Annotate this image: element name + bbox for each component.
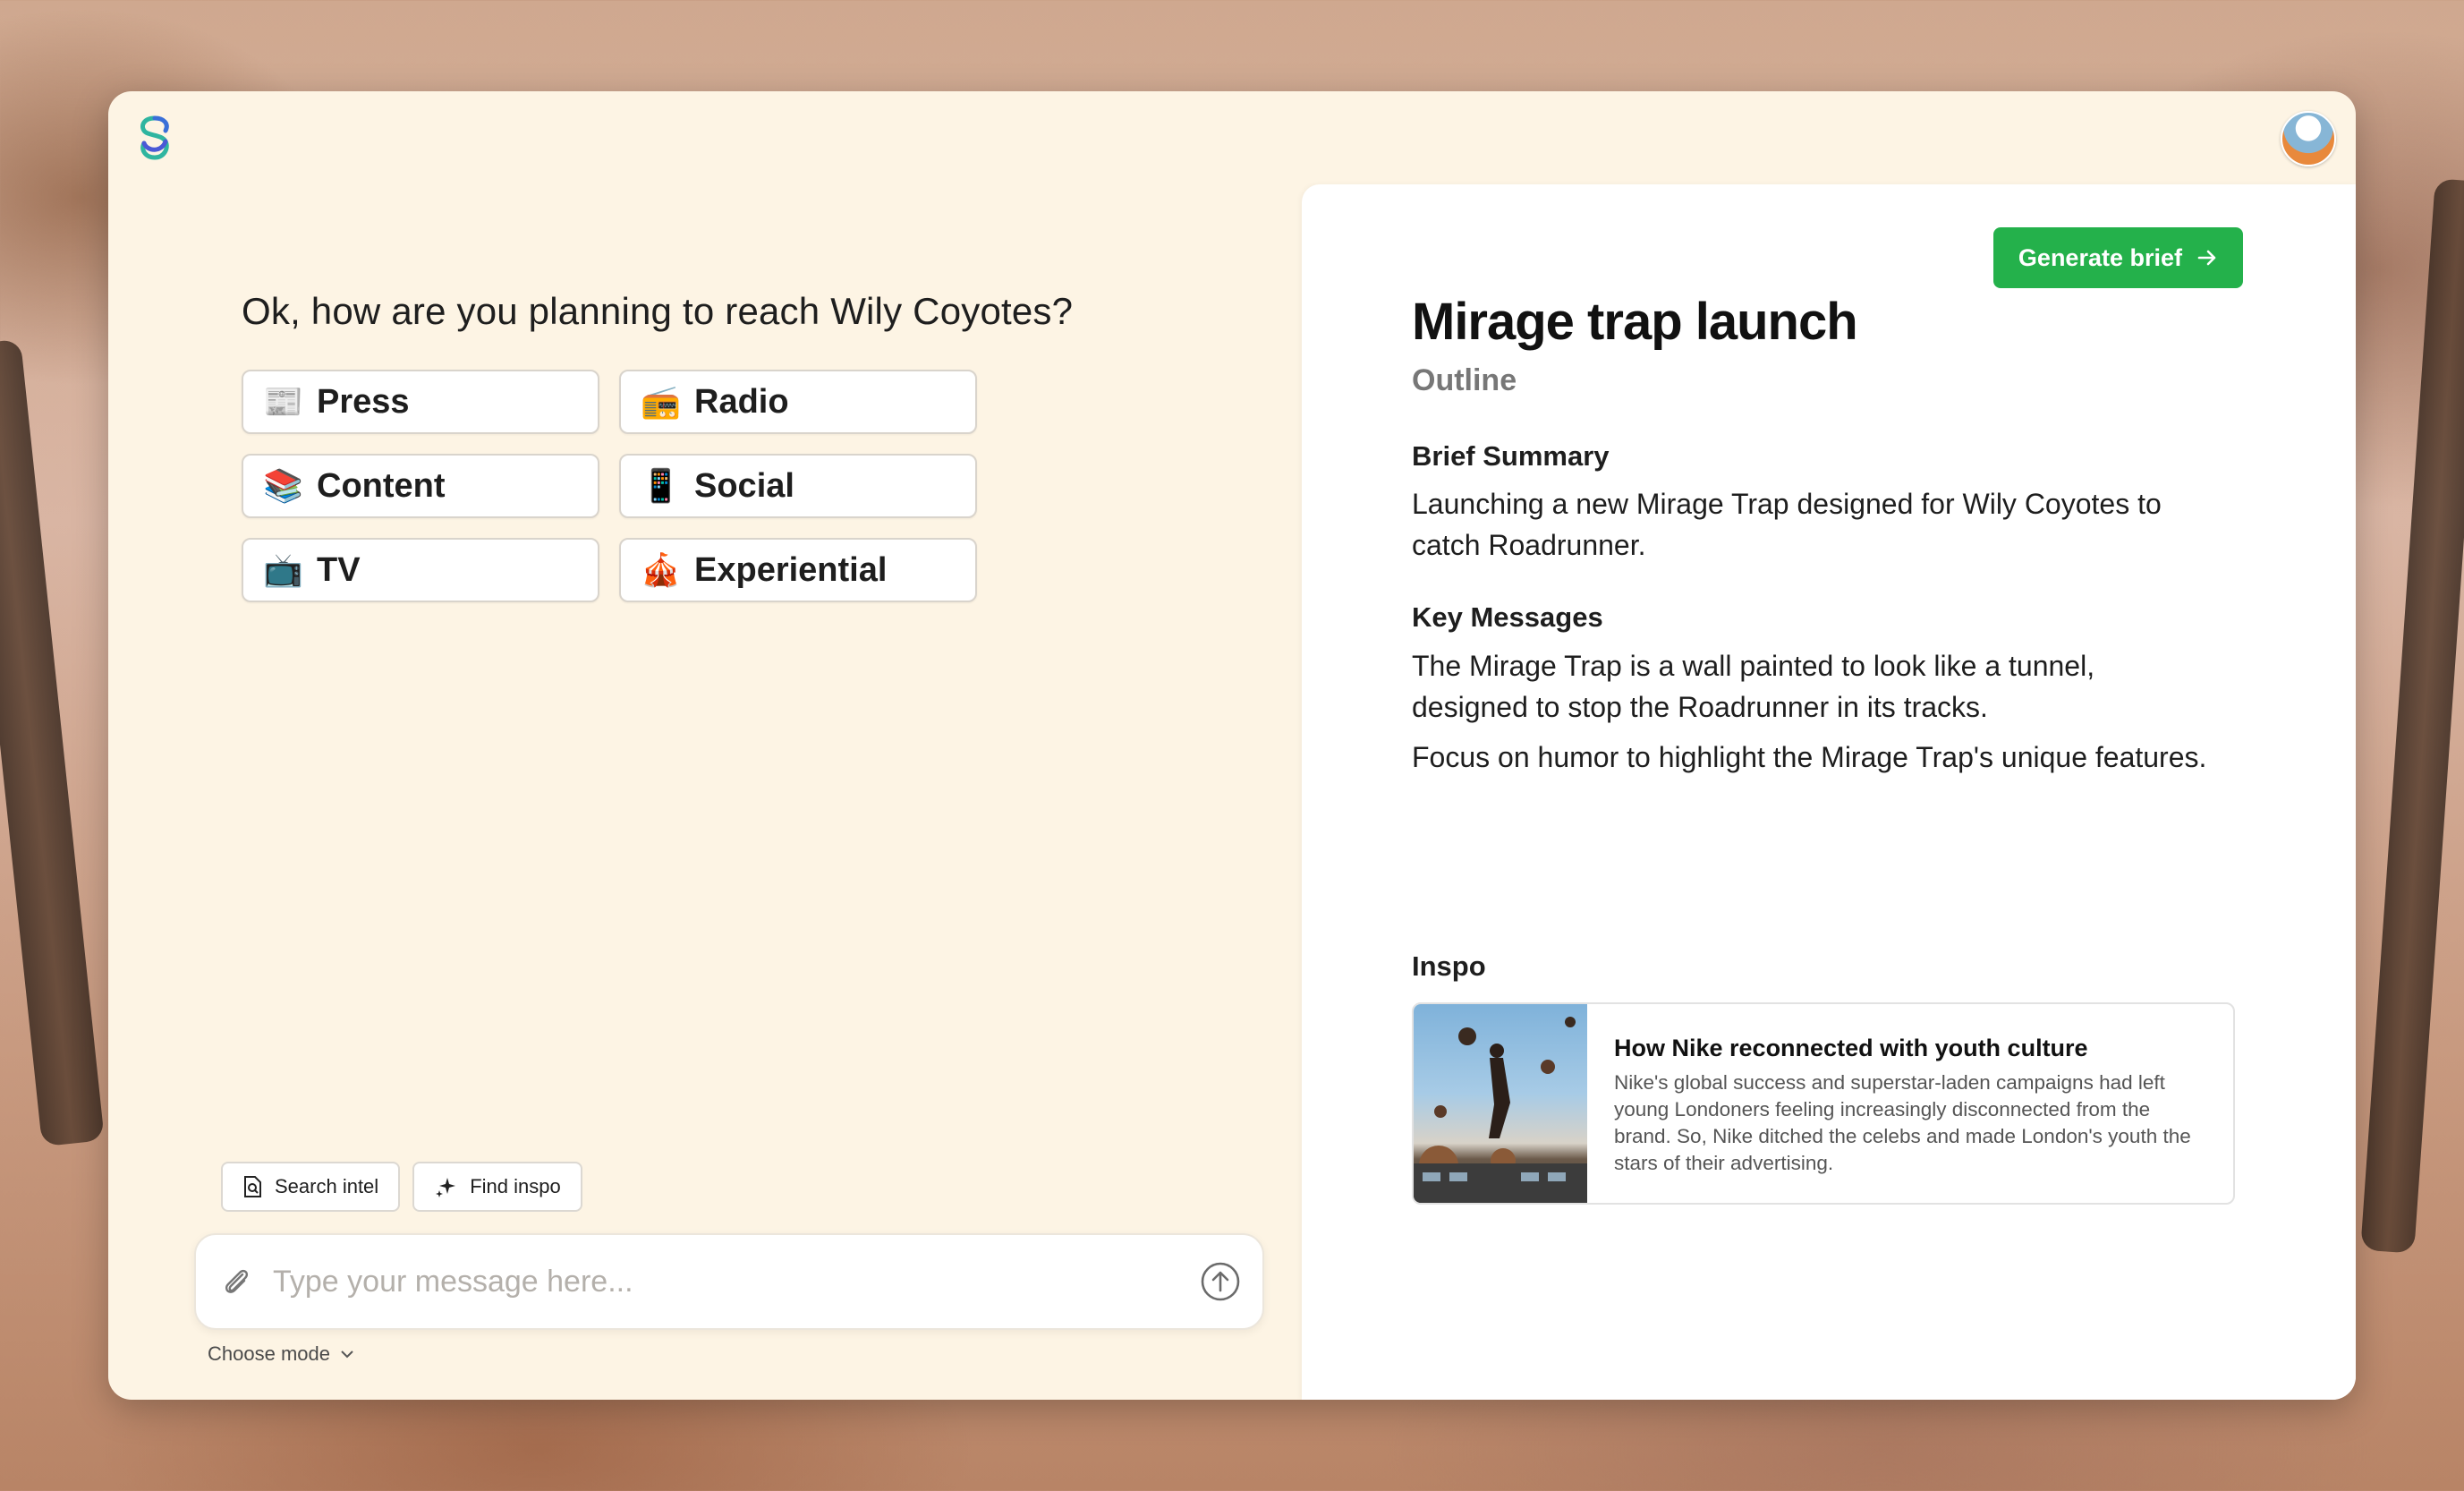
- option-press-button[interactable]: 📰 Press: [242, 370, 599, 434]
- find-inspo-label: Find inspo: [470, 1175, 561, 1197]
- message-composer: [194, 1233, 1264, 1330]
- arrow-right-icon: [2197, 250, 2216, 266]
- app-window: Ok, how are you planning to reach Wily C…: [108, 91, 2356, 1400]
- send-arrow-icon[interactable]: [1200, 1261, 1241, 1302]
- key-message-item: Focus on humor to highlight the Mirage T…: [1412, 741, 2207, 773]
- option-label: Content: [317, 466, 446, 505]
- brief-subtitle: Outline: [1412, 363, 1517, 397]
- option-radio-button[interactable]: 📻 Radio: [619, 370, 977, 434]
- choose-mode-dropdown[interactable]: Choose mode: [208, 1342, 355, 1366]
- generate-brief-button[interactable]: Generate brief: [1992, 227, 2243, 288]
- option-label: TV: [317, 550, 361, 589]
- option-tv-button[interactable]: 📺 TV: [242, 538, 599, 602]
- channel-options: 📰 Press 📻 Radio 📚 Content 📱 Social 📺 TV …: [242, 370, 977, 602]
- choose-mode-label: Choose mode: [208, 1342, 330, 1365]
- summary-text: Launching a new Mirage Trap designed for…: [1412, 488, 2162, 561]
- app-logo-icon: [140, 115, 169, 160]
- option-experiential-button[interactable]: 🎪 Experiential: [619, 538, 977, 602]
- radio-icon: 📻: [641, 384, 681, 421]
- mobile-phone-icon: 📱: [641, 468, 681, 505]
- option-label: Radio: [694, 382, 789, 421]
- books-icon: 📚: [263, 468, 303, 505]
- key-message-item: The Mirage Trap is a wall painted to loo…: [1412, 650, 2095, 723]
- inspo-card[interactable]: How Nike reconnected with youth culture …: [1412, 1002, 2235, 1205]
- search-intel-button[interactable]: Search intel: [221, 1162, 401, 1212]
- newspaper-icon: 📰: [263, 384, 303, 421]
- assistant-question: Ok, how are you planning to reach Wily C…: [242, 290, 1074, 332]
- option-label: Press: [317, 382, 410, 421]
- inspo-card-description: Nike's global success and superstar-lade…: [1614, 1071, 2191, 1174]
- option-label: Experiential: [694, 550, 888, 589]
- option-social-button[interactable]: 📱 Social: [619, 454, 977, 518]
- sparkle-icon: [436, 1178, 456, 1197]
- tool-row: Search intel Find inspo: [221, 1162, 582, 1212]
- chevron-down-icon: [341, 1350, 353, 1359]
- television-icon: 📺: [263, 552, 303, 589]
- find-inspo-button[interactable]: Find inspo: [412, 1162, 582, 1212]
- search-intel-label: Search intel: [275, 1175, 379, 1197]
- message-input[interactable]: [271, 1263, 1200, 1300]
- circus-tent-icon: 🎪: [641, 552, 681, 589]
- option-content-button[interactable]: 📚 Content: [242, 454, 599, 518]
- summary-heading: Brief Summary: [1412, 440, 1610, 472]
- user-avatar[interactable]: [2281, 111, 2336, 166]
- inspo-thumbnail: [1414, 1004, 1587, 1203]
- generate-brief-label: Generate brief: [2018, 243, 2182, 271]
- key-messages-heading: Key Messages: [1412, 601, 1603, 633]
- inspo-card-body: How Nike reconnected with youth culture …: [1587, 1004, 2233, 1203]
- background-tree: [2360, 178, 2464, 1254]
- document-search-icon: [244, 1176, 261, 1197]
- paperclip-icon[interactable]: [221, 1265, 251, 1298]
- inspo-card-title: How Nike reconnected with youth culture: [1614, 1035, 2088, 1061]
- brief-title: Mirage trap launch: [1412, 293, 1858, 351]
- inspo-heading: Inspo: [1412, 950, 1486, 982]
- inspo-photo-illustration: [1414, 1017, 1587, 1203]
- background-tree: [0, 338, 105, 1147]
- option-label: Social: [694, 466, 794, 505]
- brief-panel: Generate brief Mirage trap launch Outlin…: [1302, 184, 2356, 1400]
